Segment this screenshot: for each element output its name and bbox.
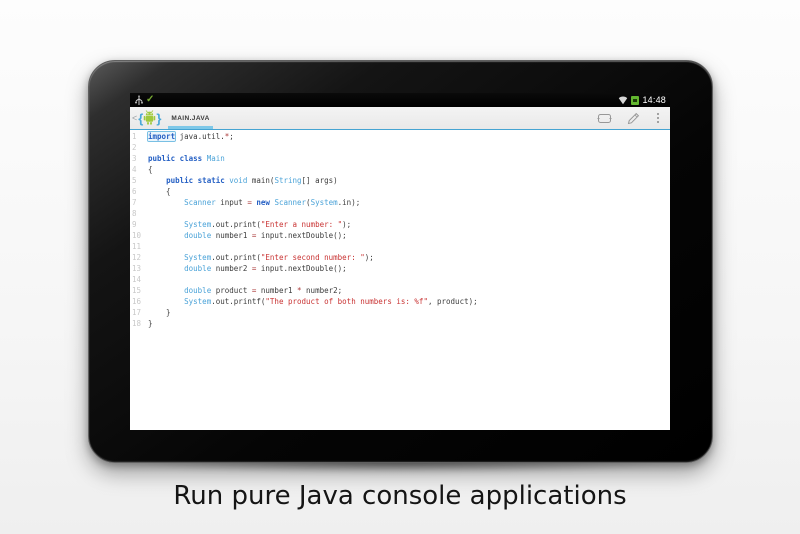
line-number: 3 [130,153,148,164]
line-number: 18 [130,318,148,329]
code-line[interactable]: 11 [130,241,670,252]
line-number: 9 [130,219,148,230]
line-number: 17 [130,307,148,318]
tab-label: MAIN.JAVA [171,115,209,122]
code-text: } [148,307,171,318]
line-number: 5 [130,175,148,186]
tablet-screen: ✓ 14:48 < { [130,93,670,430]
code-text: } [148,318,153,329]
usb-debug-icon [135,95,143,106]
action-bar-buttons [597,111,661,125]
code-line[interactable]: 8 [130,208,670,219]
code-text: { [148,186,171,197]
line-number: 1 [130,131,148,142]
code-text: double number2 = input.nextDouble(); [148,263,347,274]
code-text: public static void main(String[] args) [148,175,338,186]
code-line[interactable]: 5 public static void main(String[] args) [130,175,670,186]
caption-text: Run pure Java console applications [0,481,800,511]
code-text: public class Main [148,153,225,164]
code-line[interactable]: 9 System.out.print("Enter a number: "); [130,219,670,230]
code-text: double number1 = input.nextDouble(); [148,230,347,241]
code-line[interactable]: 6 { [130,186,670,197]
line-number: 6 [130,186,148,197]
wifi-icon [618,95,628,105]
code-line[interactable]: 17 } [130,307,670,318]
angle-bracket-glyph: < [132,113,137,123]
line-number: 12 [130,252,148,263]
line-number: 14 [130,274,148,285]
status-bar-left: ✓ [135,95,154,106]
code-line[interactable]: 14 [130,274,670,285]
code-line[interactable]: 4{ [130,164,670,175]
line-number: 10 [130,230,148,241]
line-number: 11 [130,241,148,252]
close-brace-glyph: } [156,112,161,125]
code-text: Scanner input = new Scanner(System.in); [148,197,360,208]
line-number: 15 [130,285,148,296]
code-text: { [148,164,153,175]
line-number: 2 [130,142,148,153]
code-editor[interactable]: 1import java.util.*;23public class Main4… [130,130,670,430]
android-robot-icon [143,110,156,126]
app-logo[interactable]: < { } [132,107,161,129]
code-text: System.out.print("Enter a number: "); [148,219,351,230]
line-number: 16 [130,296,148,307]
code-text: import java.util.*; [148,131,234,142]
overflow-menu-icon[interactable] [655,111,661,125]
status-bar-right: 14:48 [618,95,666,105]
code-line[interactable]: 13 double number2 = input.nextDouble(); [130,263,670,274]
code-area: 1import java.util.*;23public class Main4… [130,131,670,329]
code-line[interactable]: 10 double number1 = input.nextDouble(); [130,230,670,241]
check-icon: ✓ [146,95,154,105]
tablet-frame: ✓ 14:48 < { [88,60,713,463]
line-number: 7 [130,197,148,208]
code-text: System.out.print("Enter second number: "… [148,252,374,263]
code-line[interactable]: 12 System.out.print("Enter second number… [130,252,670,263]
code-line[interactable]: 16 System.out.printf("The product of bot… [130,296,670,307]
line-number: 13 [130,263,148,274]
line-number: 8 [130,208,148,219]
edit-pencil-icon[interactable] [627,112,640,125]
code-line[interactable]: 15 double product = number1 * number2; [130,285,670,296]
action-bar: < { } MAIN.JAVA [130,107,670,130]
battery-icon [631,96,639,105]
clock: 14:48 [642,95,666,105]
code-line[interactable]: 7 Scanner input = new Scanner(System.in)… [130,197,670,208]
code-line[interactable]: 1import java.util.*; [130,131,670,142]
code-text: System.out.printf("The product of both n… [148,296,478,307]
code-line[interactable]: 2 [130,142,670,153]
line-number: 4 [130,164,148,175]
console-icon[interactable] [597,113,612,124]
code-line[interactable]: 18} [130,318,670,329]
tab-main-java[interactable]: MAIN.JAVA [168,107,212,129]
code-text: double product = number1 * number2; [148,285,342,296]
status-bar: ✓ 14:48 [130,93,670,107]
code-line[interactable]: 3public class Main [130,153,670,164]
